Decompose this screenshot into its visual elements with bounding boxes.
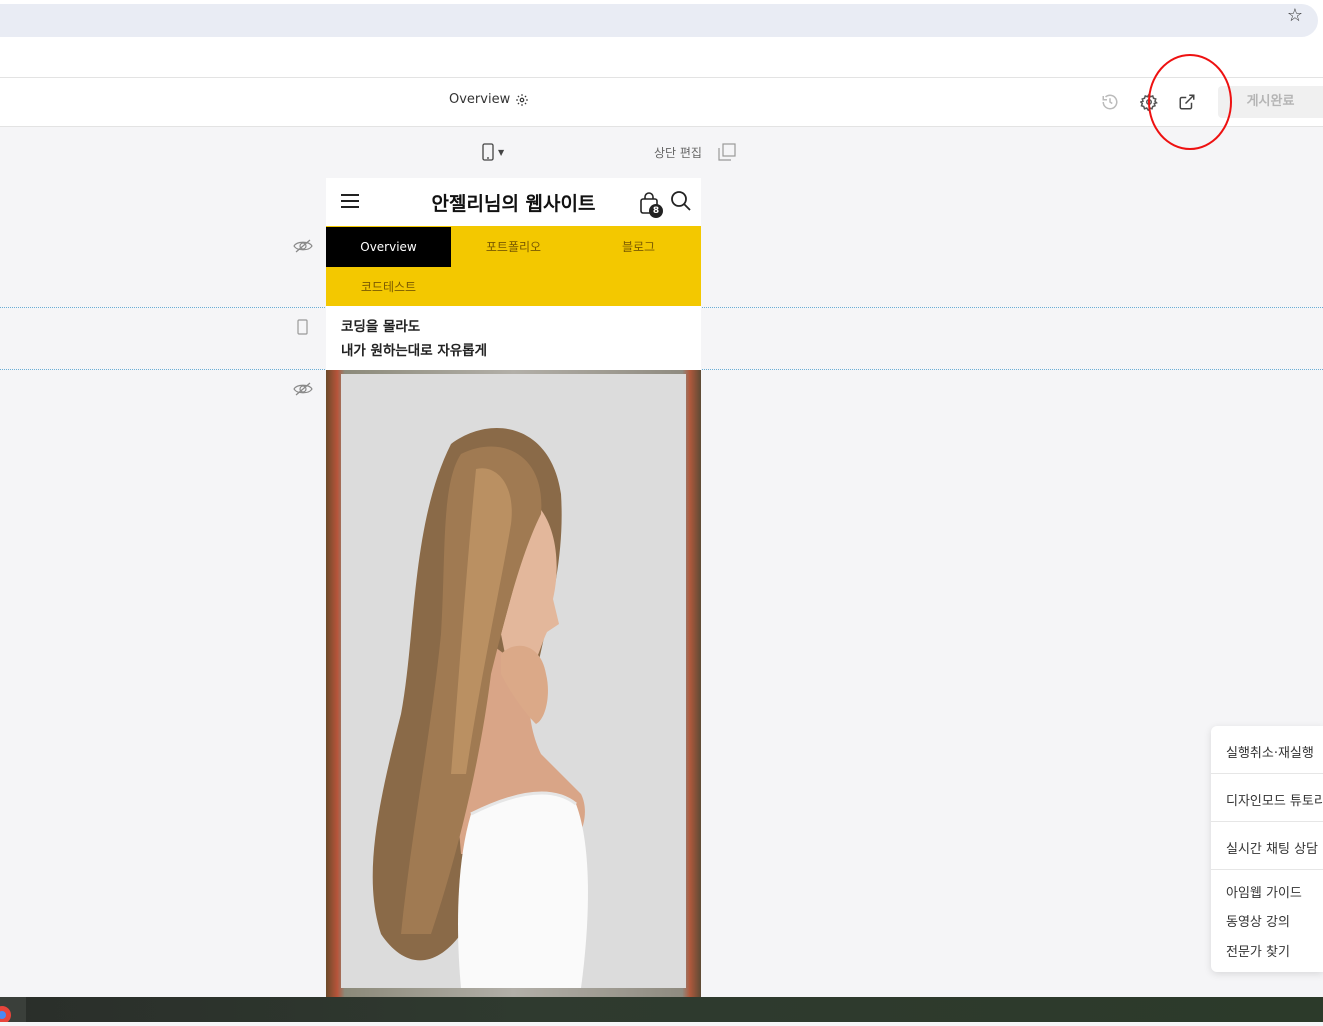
nav-item-portfolio[interactable]: 포트폴리오 bbox=[451, 227, 576, 267]
help-divider bbox=[1211, 821, 1323, 822]
os-taskbar bbox=[0, 997, 1323, 1024]
eye-hidden-icon[interactable] bbox=[293, 239, 313, 253]
page-selector[interactable]: Overview bbox=[449, 92, 529, 107]
nav-item-overview[interactable]: Overview bbox=[326, 227, 451, 267]
chevron-down-icon: ▼ bbox=[498, 147, 505, 157]
mobile-preview-frame: 안젤리님의 웹사이트 8 Overview 포트폴리오 블로그 코드테스트 코딩… bbox=[326, 178, 701, 998]
help-divider bbox=[1211, 869, 1323, 870]
browser-bookmark-bar bbox=[0, 38, 1323, 78]
page-settings-gear-icon[interactable] bbox=[515, 93, 529, 107]
address-bar[interactable] bbox=[0, 4, 1318, 37]
headline-line-2: 내가 원하는대로 자유롭게 bbox=[341, 343, 488, 359]
top-edit-link[interactable]: 상단 편집 bbox=[654, 144, 702, 161]
help-menu: 실행취소·재실행 디자인모드 튜토리 실시간 채팅 상담 아임웹 가이드 동영상… bbox=[1211, 726, 1323, 972]
site-nav: Overview 포트폴리오 블로그 코드테스트 bbox=[326, 226, 701, 306]
help-undo-redo[interactable]: 실행취소·재실행 bbox=[1226, 742, 1314, 761]
hero-image-section[interactable] bbox=[326, 370, 701, 998]
nav-item-blog[interactable]: 블로그 bbox=[576, 227, 701, 267]
help-find-expert[interactable]: 전문가 찾기 bbox=[1226, 941, 1290, 960]
highlight-circle bbox=[1148, 54, 1232, 150]
woman-profile-illustration bbox=[341, 374, 686, 988]
copy-icon[interactable] bbox=[718, 143, 736, 161]
browser-address-strip: ☆ bbox=[0, 0, 1323, 38]
search-icon[interactable] bbox=[670, 190, 692, 212]
help-divider bbox=[1211, 773, 1323, 774]
help-video-lectures[interactable]: 동영상 강의 bbox=[1226, 911, 1290, 930]
help-design-tutorial[interactable]: 디자인모드 튜토리 bbox=[1226, 790, 1323, 809]
mobile-device-icon bbox=[482, 143, 494, 161]
help-guide[interactable]: 아임웹 가이드 bbox=[1226, 882, 1302, 901]
history-icon[interactable] bbox=[1101, 93, 1119, 111]
hero-photo bbox=[341, 374, 686, 988]
device-selector[interactable]: ▼ bbox=[482, 143, 504, 161]
publish-button[interactable]: 게시완료 bbox=[1218, 86, 1323, 118]
editor-toolbar: Overview 게시완료 bbox=[0, 78, 1323, 127]
nav-item-codetest[interactable]: 코드테스트 bbox=[326, 267, 451, 307]
cart-count-badge: 8 bbox=[649, 204, 663, 218]
site-header: 안젤리님의 웹사이트 8 bbox=[326, 178, 701, 226]
eye-hidden-icon[interactable] bbox=[293, 382, 313, 396]
mobile-only-icon[interactable] bbox=[297, 319, 308, 335]
headline-line-1: 코딩을 몰라도 bbox=[341, 319, 421, 335]
help-live-chat[interactable]: 실시간 채팅 상담 bbox=[1226, 838, 1318, 857]
headline-section[interactable]: 코딩을 몰라도 내가 원하는대로 자유롭게 bbox=[326, 308, 701, 370]
chrome-taskbar-icon[interactable] bbox=[0, 997, 26, 1024]
bookmark-star-icon[interactable]: ☆ bbox=[1287, 6, 1303, 26]
page-name: Overview bbox=[449, 92, 511, 107]
